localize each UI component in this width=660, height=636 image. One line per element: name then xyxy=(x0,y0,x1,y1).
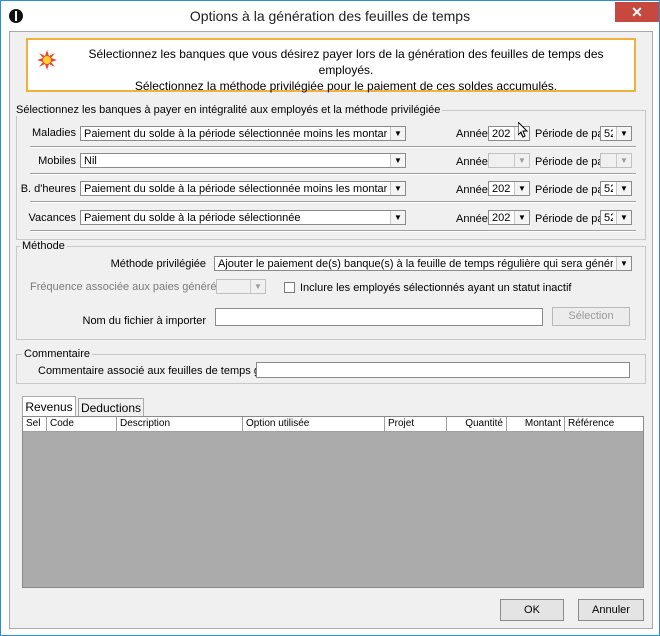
combo-value: 2022 xyxy=(492,212,511,224)
chevron-down-icon[interactable]: ▼ xyxy=(514,211,529,224)
row-separator xyxy=(30,201,636,203)
revenue-grid[interactable]: Sel Code Description Option utilisée Pro… xyxy=(22,416,644,588)
year-label-hour-bank: Année xyxy=(456,184,488,196)
close-button[interactable]: ✕ xyxy=(615,2,659,22)
column-header-montant[interactable]: Montant xyxy=(507,417,565,431)
method-group-title: Méthode xyxy=(20,240,67,252)
year-label-mobiles: Année xyxy=(456,156,488,168)
year-combo-mobiles[interactable]: ▼ xyxy=(488,153,530,168)
period-combo-hour-bank[interactable]: 52 ▼ xyxy=(600,181,632,196)
period-combo-vacances[interactable]: 52 ▼ xyxy=(600,210,632,225)
info-line-1: Sélectionnez les banques que vous désire… xyxy=(88,47,604,77)
period-combo-maladies[interactable]: 52 ▼ xyxy=(600,126,632,141)
year-label-maladies: Année xyxy=(456,128,488,140)
bank-method-combo-hour-bank[interactable]: Paiement du solde à la période sélection… xyxy=(80,181,406,196)
info-banner: Sélectionnez les banques que vous désire… xyxy=(26,38,636,94)
frequency-combo[interactable]: ▼ xyxy=(216,279,266,294)
combo-value: 2022 xyxy=(492,128,511,140)
preferred-method-combo[interactable]: Ajouter le paiement de(s) banque(s) à la… xyxy=(214,256,632,271)
bank-method-combo-mobiles[interactable]: Nil ▼ xyxy=(80,153,406,168)
import-file-input[interactable] xyxy=(215,308,543,326)
year-combo-hour-bank[interactable]: 2022 ▼ xyxy=(488,181,530,196)
comment-group-title: Commentaire xyxy=(22,348,93,360)
row-separator xyxy=(30,146,636,148)
tab-deductions[interactable]: Deductions xyxy=(78,398,144,416)
chevron-down-icon[interactable]: ▼ xyxy=(390,182,405,195)
column-header-sel[interactable]: Sel xyxy=(23,417,47,431)
dialog-client-area: Sélectionnez les banques que vous désire… xyxy=(9,31,653,629)
combo-value: 52 xyxy=(604,183,613,195)
bank-method-combo-maladies[interactable]: Paiement du solde à la période sélection… xyxy=(80,126,406,141)
chevron-down-icon[interactable]: ▼ xyxy=(250,280,265,293)
cancel-button[interactable]: Annuler xyxy=(578,599,644,621)
chevron-down-icon[interactable]: ▼ xyxy=(616,257,631,270)
preferred-method-label: Méthode privilégiée xyxy=(110,258,206,270)
ok-button[interactable]: OK xyxy=(500,599,564,621)
chevron-down-icon[interactable]: ▼ xyxy=(514,182,529,195)
window-title: Options à la génération des feuilles de … xyxy=(189,8,471,24)
info-line-2: Sélectionnez la méthode privilégiée pour… xyxy=(134,79,558,93)
chevron-down-icon[interactable]: ▼ xyxy=(390,154,405,167)
column-header-reference[interactable]: Référence xyxy=(565,417,643,431)
year-label-vacances: Année xyxy=(456,213,488,225)
combo-value: Paiement du solde à la période sélection… xyxy=(84,212,301,224)
column-header-projet[interactable]: Projet xyxy=(385,417,447,431)
comment-input[interactable] xyxy=(256,362,630,378)
column-header-quantite[interactable]: Quantité xyxy=(447,417,507,431)
import-file-label: Nom du fichier à importer xyxy=(82,315,207,327)
chevron-down-icon[interactable]: ▼ xyxy=(616,127,631,140)
grid-header: Sel Code Description Option utilisée Pro… xyxy=(23,417,643,432)
row-separator xyxy=(30,230,636,232)
bank-method-combo-vacances[interactable]: Paiement du solde à la période sélection… xyxy=(80,210,406,225)
include-inactive-checkbox[interactable] xyxy=(284,282,295,293)
banks-group-title: Sélectionnez les banques à payer en inté… xyxy=(14,104,443,116)
warning-burst-icon xyxy=(37,50,57,70)
combo-value: 52 xyxy=(604,212,613,224)
tab-revenus[interactable]: Revenus xyxy=(22,396,76,416)
chevron-down-icon[interactable]: ▼ xyxy=(616,154,631,167)
year-combo-vacances[interactable]: 2022 ▼ xyxy=(488,210,530,225)
column-header-option[interactable]: Option utilisée xyxy=(243,417,385,431)
bank-label-maladies: Maladies xyxy=(31,127,76,139)
period-combo-mobiles[interactable]: ▼ xyxy=(600,153,632,168)
include-inactive-label: Inclure les employés sélectionnés ayant … xyxy=(300,282,572,294)
combo-value: 52 xyxy=(604,128,613,140)
row-separator xyxy=(30,173,636,175)
combo-value: 2022 xyxy=(492,183,511,195)
dialog-window: Options à la génération des feuilles de … xyxy=(0,0,660,636)
combo-value: Paiement du solde à la période sélection… xyxy=(84,128,387,140)
frequency-label: Fréquence associée aux paies générées xyxy=(30,281,229,293)
combo-value: Nil xyxy=(84,155,97,167)
chevron-down-icon[interactable]: ▼ xyxy=(616,182,631,195)
title-bar[interactable]: Options à la génération des feuilles de … xyxy=(1,1,659,31)
chevron-down-icon[interactable]: ▼ xyxy=(514,154,529,167)
chevron-down-icon[interactable]: ▼ xyxy=(390,211,405,224)
info-text: Sélectionnez les banques que vous désire… xyxy=(68,46,624,94)
bank-label-vacances: Vacances xyxy=(28,212,77,224)
chevron-down-icon[interactable]: ▼ xyxy=(616,211,631,224)
bank-label-hour-bank: B. d'heures xyxy=(20,183,76,195)
chevron-down-icon[interactable]: ▼ xyxy=(390,127,405,140)
combo-value: Paiement du solde à la période sélection… xyxy=(84,183,387,195)
selection-button[interactable]: Sélection xyxy=(552,307,630,326)
combo-value: Ajouter le paiement de(s) banque(s) à la… xyxy=(218,258,613,270)
mouse-cursor-icon xyxy=(518,122,529,138)
bank-label-mobiles: Mobiles xyxy=(38,155,76,167)
column-header-description[interactable]: Description xyxy=(117,417,243,431)
column-header-code[interactable]: Code xyxy=(47,417,117,431)
